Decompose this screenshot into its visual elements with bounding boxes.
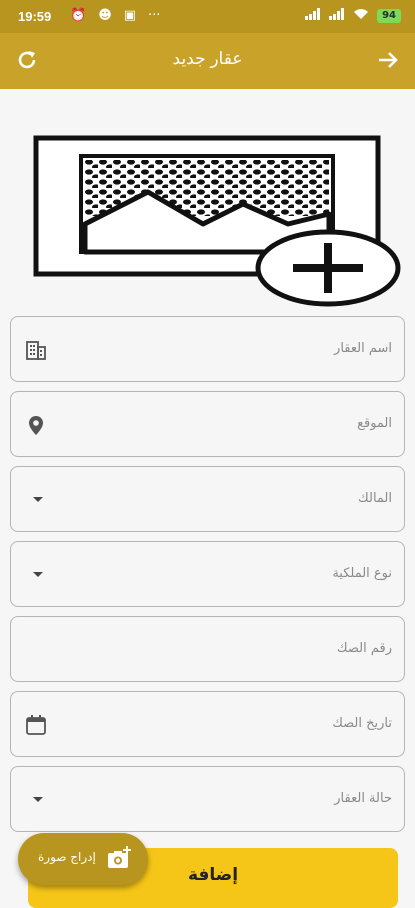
- property-status-label: حالة العقار: [334, 791, 392, 806]
- location-pin-icon: [25, 414, 47, 436]
- battery-indicator: 94: [377, 9, 401, 23]
- app-bar: عقار جديد: [0, 33, 415, 89]
- page-title: عقار جديد: [172, 49, 243, 68]
- location-field[interactable]: الموقع: [10, 391, 405, 457]
- add-photo-icon: [106, 846, 132, 870]
- signal-icon-2: [329, 8, 345, 24]
- calendar-icon[interactable]: [25, 714, 47, 736]
- insert-image-label: إدراج صورة: [38, 850, 96, 864]
- alarm-icon: ⏰: [70, 8, 87, 23]
- location-label: الموقع: [357, 416, 392, 431]
- add-image-icon: [33, 135, 401, 307]
- deed-number-field[interactable]: رقم الصك: [10, 616, 405, 682]
- building-icon: [25, 339, 47, 361]
- deed-number-label: رقم الصك: [336, 641, 392, 656]
- back-arrow-icon[interactable]: [375, 47, 401, 73]
- status-time: 19:59: [18, 9, 52, 24]
- dropdown-caret-icon: [33, 572, 43, 577]
- insert-image-fab[interactable]: إدراج صورة: [18, 833, 148, 885]
- dropdown-caret-icon: [33, 797, 43, 802]
- app-notification-icon: ☻: [98, 8, 112, 23]
- property-status-dropdown[interactable]: حالة العقار: [10, 766, 405, 832]
- status-bar: 19:59 ⏰ ☻ ▣ ··· 94: [0, 0, 415, 33]
- deed-date-field[interactable]: تاريخ الصك: [10, 691, 405, 757]
- property-name-field[interactable]: اسم العقار: [10, 316, 405, 382]
- ownership-type-dropdown[interactable]: نوع الملكية: [10, 541, 405, 607]
- owner-label: المالك: [358, 491, 392, 506]
- signal-icon: [305, 8, 321, 24]
- message-icon: ▣: [123, 8, 137, 23]
- notification-icons: ⏰ ☻ ▣ ···: [70, 8, 160, 23]
- property-name-label: اسم العقار: [334, 341, 392, 356]
- wifi-icon: [353, 8, 369, 24]
- system-icons: 94: [305, 8, 401, 24]
- property-image-placeholder[interactable]: [28, 128, 408, 308]
- deed-date-label: تاريخ الصك: [332, 716, 392, 731]
- owner-dropdown[interactable]: المالك: [10, 466, 405, 532]
- more-notifications-icon: ···: [148, 8, 161, 23]
- ownership-type-label: نوع الملكية: [332, 566, 392, 581]
- dropdown-caret-icon: [33, 497, 43, 502]
